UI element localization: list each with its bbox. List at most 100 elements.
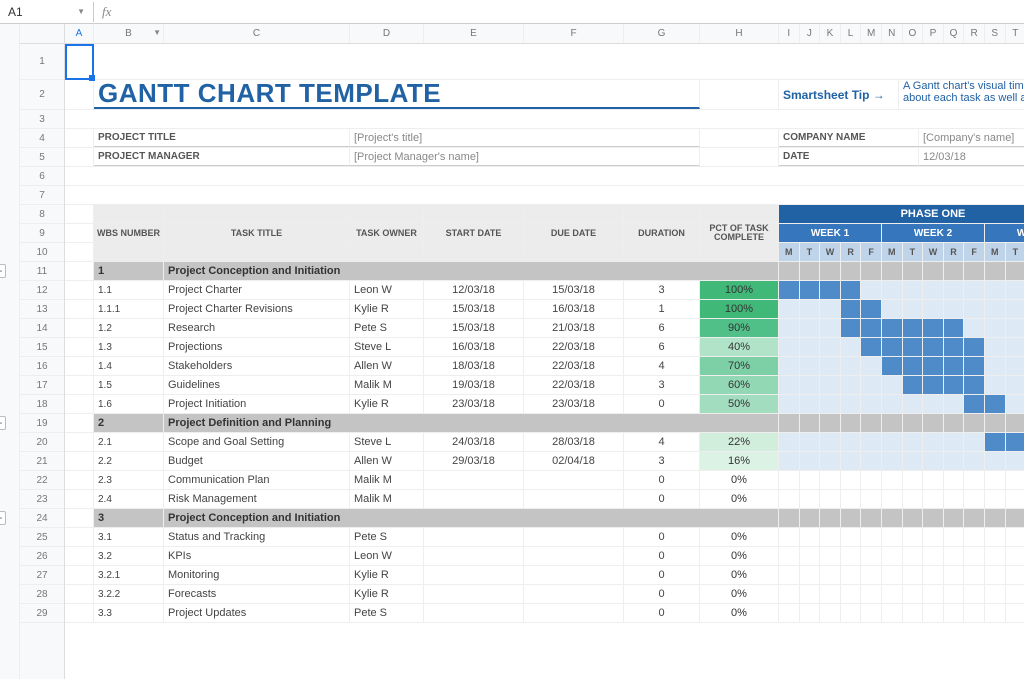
section-gantt[interactable] [964,509,985,527]
task-duration[interactable]: 6 [624,338,700,356]
gantt-cell[interactable] [779,281,800,299]
row-header[interactable]: 3 [20,110,64,129]
gantt-cell[interactable] [779,585,800,603]
gantt-cell[interactable] [903,433,924,451]
gantt-cell[interactable] [800,566,821,584]
gantt-cell[interactable] [820,338,841,356]
task-owner[interactable]: Kylie R [350,585,424,603]
gantt-cell[interactable] [820,395,841,413]
task-pct[interactable]: 70% [700,357,779,375]
gantt-cell[interactable] [861,604,882,622]
gantt-cell[interactable] [985,300,1006,318]
cell[interactable] [65,585,94,603]
column-header-H[interactable]: H [700,24,779,43]
gantt-cell[interactable] [820,357,841,375]
row-header[interactable]: 21 [20,452,64,471]
gantt-cell[interactable] [779,338,800,356]
row-header[interactable]: 22 [20,471,64,490]
header-cell[interactable] [524,205,624,223]
task-owner[interactable]: Malik M [350,490,424,508]
cell[interactable] [65,44,94,79]
task-owner[interactable]: Kylie R [350,566,424,584]
gantt-cell[interactable] [923,338,944,356]
gantt-cell[interactable] [1006,585,1024,603]
row-header[interactable]: 16 [20,357,64,376]
gantt-cell[interactable] [800,547,821,565]
task-due[interactable]: 22/03/18 [524,376,624,394]
gantt-cell[interactable] [985,604,1006,622]
task-duration[interactable]: 4 [624,357,700,375]
gantt-cell[interactable] [964,452,985,470]
gantt-cell[interactable] [1006,376,1024,394]
section-gantt[interactable] [923,509,944,527]
section-wbs[interactable]: 2 [94,414,164,432]
task-pct[interactable]: 0% [700,566,779,584]
gantt-cell[interactable] [882,281,903,299]
gantt-cell[interactable] [1006,547,1024,565]
section-gantt[interactable] [841,414,862,432]
day-header[interactable]: M [985,243,1006,261]
task-start[interactable]: 15/03/18 [424,300,524,318]
gantt-cell[interactable] [861,281,882,299]
task-wbs[interactable]: 1.1.1 [94,300,164,318]
task-duration[interactable]: 0 [624,604,700,622]
row-header[interactable]: 9 [20,224,64,243]
section-gantt[interactable] [861,509,882,527]
gantt-cell[interactable] [985,376,1006,394]
gantt-cell[interactable] [1006,357,1024,375]
column-header-D[interactable]: D [350,24,424,43]
column-header-F[interactable]: F [524,24,624,43]
gantt-cell[interactable] [779,547,800,565]
cell[interactable] [65,129,94,147]
gantt-cell[interactable] [985,433,1006,451]
gantt-cell[interactable] [944,319,965,337]
gantt-cell[interactable] [841,338,862,356]
row-header[interactable]: 5 [20,148,64,167]
section-wbs[interactable]: 1 [94,262,164,280]
section-gantt[interactable] [882,414,903,432]
gantt-cell[interactable] [861,585,882,603]
task-start[interactable] [424,490,524,508]
task-start[interactable]: 24/03/18 [424,433,524,451]
gantt-cell[interactable] [903,585,924,603]
task-pct[interactable]: 100% [700,281,779,299]
cell[interactable] [65,262,94,280]
due-header[interactable]: DUE DATE [524,224,624,242]
section-wbs[interactable]: 3 [94,509,164,527]
task-owner[interactable]: Steve L [350,338,424,356]
pct-header[interactable]: PCT OF TASK COMPLETE [700,224,779,242]
start-header[interactable]: START DATE [424,224,524,242]
sheet-content[interactable]: GANTT CHART TEMPLATESmartsheet Tip →A Ga… [65,44,1024,623]
task-pct[interactable]: 0% [700,547,779,565]
task-start[interactable]: 29/03/18 [424,452,524,470]
section-title[interactable]: Project Conception and Initiation [164,262,779,280]
task-due[interactable] [524,604,624,622]
column-header-R[interactable]: R [964,24,985,43]
section-gantt[interactable] [800,262,821,280]
gantt-cell[interactable] [1006,452,1024,470]
header-cell[interactable] [424,243,524,261]
column-header-Q[interactable]: Q [944,24,965,43]
gantt-cell[interactable] [841,547,862,565]
task-due[interactable]: 22/03/18 [524,338,624,356]
gantt-cell[interactable] [861,319,882,337]
gantt-cell[interactable] [882,376,903,394]
section-gantt[interactable] [1006,509,1024,527]
task-title[interactable]: Risk Management [164,490,350,508]
section-gantt[interactable] [882,262,903,280]
column-header-A[interactable]: A [65,24,94,43]
gantt-cell[interactable] [882,566,903,584]
cell[interactable] [65,243,94,261]
task-pct[interactable]: 100% [700,300,779,318]
task-title[interactable]: Project Initiation [164,395,350,413]
gantt-cell[interactable] [944,395,965,413]
project-manager-value[interactable]: [Project Manager's name] [350,148,700,166]
gantt-cell[interactable] [861,433,882,451]
column-header-M[interactable]: M [861,24,882,43]
task-pct[interactable]: 0% [700,490,779,508]
section-gantt[interactable] [841,262,862,280]
cell[interactable] [65,547,94,565]
gantt-cell[interactable] [820,566,841,584]
gantt-cell[interactable] [903,547,924,565]
gantt-cell[interactable] [923,547,944,565]
